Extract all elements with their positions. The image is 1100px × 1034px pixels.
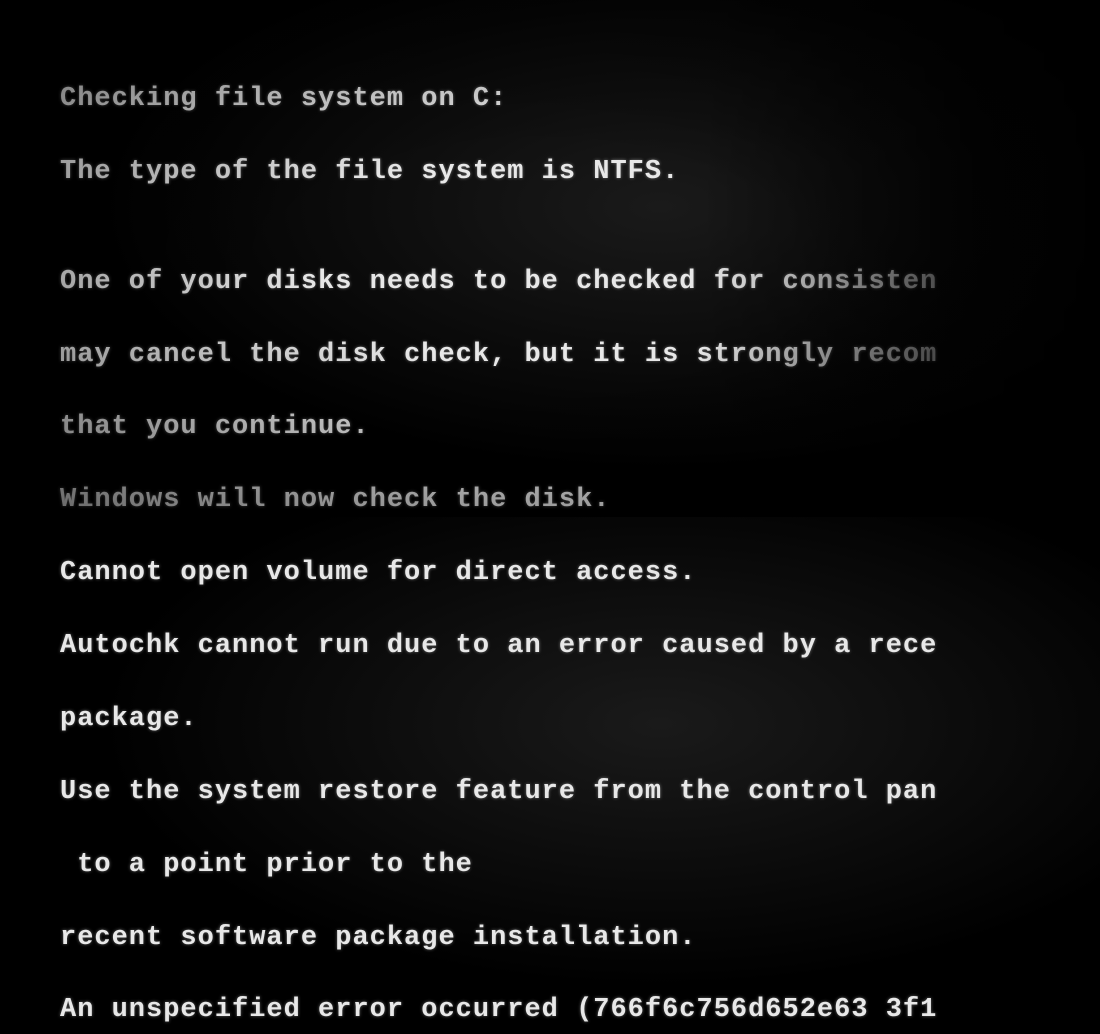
console-line: to a point prior to the	[60, 847, 1100, 883]
console-line: package.	[60, 701, 1100, 737]
boot-console: Checking file system on C: The type of t…	[0, 0, 1100, 1034]
console-line: Windows will now check the disk.	[60, 482, 1100, 518]
console-line: may cancel the disk check, but it is str…	[60, 337, 1100, 373]
console-line: An unspecified error occurred (766f6c756…	[60, 992, 1100, 1028]
console-line: The type of the file system is NTFS.	[60, 154, 1100, 190]
console-line: Cannot open volume for direct access.	[60, 555, 1100, 591]
console-line: Checking file system on C:	[60, 81, 1100, 117]
console-line: Use the system restore feature from the …	[60, 774, 1100, 810]
console-line: Autochk cannot run due to an error cause…	[60, 628, 1100, 664]
console-line: that you continue.	[60, 409, 1100, 445]
console-line: recent software package installation.	[60, 920, 1100, 956]
console-line: One of your disks needs to be checked fo…	[60, 264, 1100, 300]
